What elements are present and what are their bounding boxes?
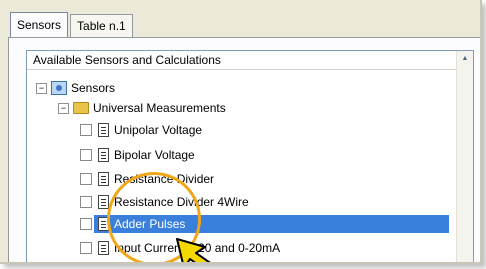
collapse-icon[interactable]: − <box>36 82 47 94</box>
tab-table-n1[interactable]: Table n.1 <box>70 14 133 37</box>
checkbox[interactable] <box>80 218 92 230</box>
vertical-scrollbar[interactable]: ▲ <box>456 51 473 262</box>
list-header: Available Sensors and Calculations <box>27 51 463 70</box>
document-icon <box>98 172 109 186</box>
document-icon <box>98 148 109 162</box>
tree-item[interactable]: Unipolar Voltage <box>80 120 202 140</box>
checkbox[interactable] <box>80 124 92 136</box>
collapse-icon[interactable]: − <box>58 102 69 114</box>
sensors-root-icon <box>51 81 67 95</box>
tree-label: Unipolar Voltage <box>114 123 203 137</box>
tree-item[interactable]: Bipolar Voltage <box>80 145 195 165</box>
pointer-cursor-icon <box>176 238 211 262</box>
folder-icon <box>73 102 89 114</box>
tree-root-sensors[interactable]: − Sensors <box>36 78 115 98</box>
tab-bar: Sensors Table n.1 <box>10 12 135 38</box>
checkbox[interactable] <box>80 242 92 254</box>
tree-group-universal-measurements[interactable]: − Universal Measurements <box>58 98 226 118</box>
tree-label: Universal Measurements <box>93 101 226 115</box>
checkbox[interactable] <box>80 149 92 161</box>
tree-label: Sensors <box>71 81 116 95</box>
checkbox[interactable] <box>80 196 92 208</box>
document-icon <box>98 123 109 137</box>
document-icon <box>98 241 109 255</box>
tree-label: Bipolar Voltage <box>114 148 195 162</box>
tab-sensors[interactable]: Sensors <box>10 12 69 38</box>
checkbox[interactable] <box>80 173 92 185</box>
scroll-up-icon[interactable]: ▲ <box>457 51 473 67</box>
window: Sensors Table n.1 Available Sensors and … <box>0 0 482 264</box>
